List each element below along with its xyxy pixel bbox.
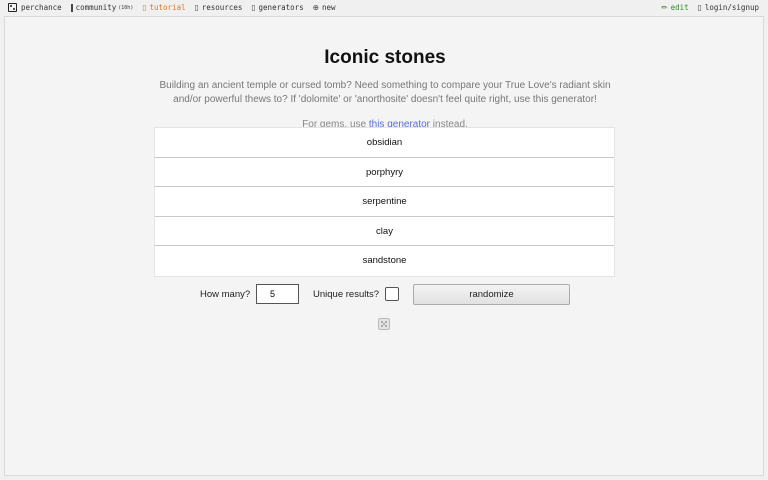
die-icon [8, 3, 17, 12]
result-item: sandstone [362, 255, 407, 266]
nav-generators[interactable]: ▯ generators [251, 3, 303, 12]
nav-resources[interactable]: ▯ resources [195, 3, 243, 12]
nav-edit[interactable]: ✏ edit [661, 3, 688, 12]
nav-perchance-label: perchance [21, 3, 62, 12]
result-item: serpentine [155, 187, 614, 217]
top-nav-right: ✏ edit ▯ login/signup [652, 3, 759, 12]
page-title: Iconic stones [324, 47, 446, 68]
top-nav-left: perchance community (10h) ▯ tutorial ▯ r… [8, 3, 345, 12]
result-item: clay [155, 217, 614, 246]
dice-icon[interactable] [378, 318, 390, 330]
nav-new[interactable]: ⊕ new [313, 3, 336, 12]
user-icon: ▯ [697, 3, 702, 12]
page-description: Building an ancient temple or cursed tom… [159, 80, 611, 105]
how-many-input[interactable] [256, 284, 299, 304]
nav-new-label: new [321, 3, 336, 12]
plus-circle-icon: ⊕ [312, 3, 319, 12]
doc-icon: ▯ [194, 3, 199, 12]
list-icon: ▯ [251, 3, 256, 12]
nav-generators-label: generators [258, 3, 304, 12]
generator-panel: Iconic stones Building an ancient temple… [4, 16, 764, 476]
nav-resources-label: resources [201, 3, 243, 12]
unique-results-checkbox[interactable] [385, 287, 399, 301]
how-many-label: How many? [200, 289, 251, 300]
nav-login-label: login/signup [704, 3, 759, 12]
nav-edit-label: edit [670, 3, 689, 12]
pencil-icon: ✏ [661, 3, 668, 12]
results-list: obsidian porphyry serpentine clay sandst… [154, 127, 615, 277]
nav-perchance[interactable]: perchance [8, 3, 62, 12]
book-icon: ▯ [142, 3, 147, 12]
nav-tutorial[interactable]: ▯ tutorial [142, 3, 185, 12]
nav-community-label: community [75, 3, 117, 12]
controls-row: How many? Unique results? randomize [5, 283, 765, 305]
nav-community[interactable]: community (10h) [70, 3, 134, 12]
randomize-button[interactable]: randomize [413, 284, 570, 305]
result-item: obsidian [155, 128, 614, 158]
top-nav: perchance community (10h) ▯ tutorial ▯ r… [0, 0, 768, 16]
unique-results-label: Unique results? [313, 289, 380, 300]
community-count: (10h) [118, 4, 134, 11]
nav-login[interactable]: ▯ login/signup [698, 3, 759, 12]
chat-icon [70, 3, 73, 12]
result-item: porphyry [155, 158, 614, 187]
nav-tutorial-label: tutorial [149, 3, 186, 12]
